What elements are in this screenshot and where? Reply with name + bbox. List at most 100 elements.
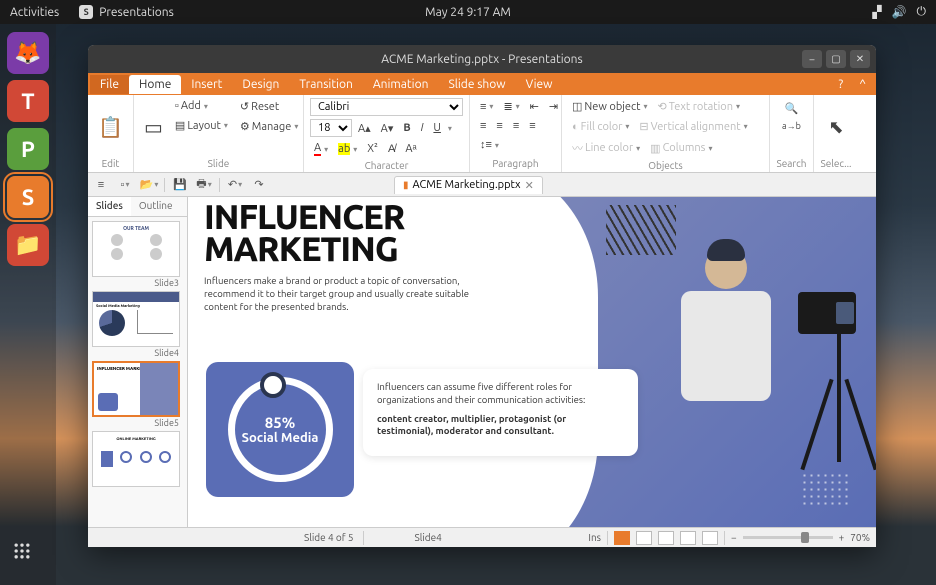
outline-tab[interactable]: Outline bbox=[131, 197, 181, 216]
close-tab-icon[interactable]: ✕ bbox=[525, 179, 534, 192]
files-icon[interactable]: 📁 bbox=[7, 224, 49, 266]
thumb-slide5[interactable]: INFLUENCER MARKETING Slide5 bbox=[92, 361, 183, 429]
new-object-button[interactable]: ◫ New object▾ bbox=[568, 98, 651, 115]
highlight-button[interactable]: ab▾ bbox=[334, 141, 361, 157]
network-icon[interactable]: ▞ bbox=[872, 5, 881, 19]
clock[interactable]: May 24 9:17 AM bbox=[425, 6, 511, 19]
save-icon[interactable]: 💾 bbox=[171, 176, 189, 194]
help-button[interactable]: ? bbox=[831, 78, 852, 91]
insert-mode[interactable]: Ins bbox=[588, 532, 601, 543]
character-more-button[interactable]: Aᵃ bbox=[401, 141, 420, 157]
window-titlebar[interactable]: ACME Marketing.pptx - Presentations – ▢ … bbox=[88, 45, 876, 73]
slide-title[interactable]: INFLUENCER MARKETING bbox=[204, 201, 404, 266]
tab-animation[interactable]: Animation bbox=[363, 75, 439, 94]
columns-button[interactable]: ▥ Columns▾ bbox=[646, 140, 716, 157]
zoom-in-icon[interactable]: + bbox=[839, 532, 845, 543]
line-color-button[interactable]: 〰 Line color▾ bbox=[568, 138, 644, 158]
ribbon-collapse-icon[interactable]: ^ bbox=[851, 78, 874, 91]
line-spacing-button[interactable]: ↕≡▾ bbox=[476, 137, 503, 153]
italic-button[interactable]: I bbox=[417, 120, 428, 136]
vertical-align-button[interactable]: ⊟ Vertical alignment▾ bbox=[635, 118, 751, 135]
slide-body-text[interactable]: Influencers make a brand or product a to… bbox=[204, 275, 474, 313]
indent-dec-button[interactable]: ⇤ bbox=[526, 98, 543, 115]
slides-tab[interactable]: Slides bbox=[88, 197, 131, 216]
underline-button[interactable]: U bbox=[429, 120, 445, 136]
search-icon[interactable]: 🔍 bbox=[781, 100, 803, 117]
bold-button[interactable]: B bbox=[399, 120, 414, 136]
minimize-button[interactable]: – bbox=[802, 50, 822, 68]
maximize-button[interactable]: ▢ bbox=[826, 50, 846, 68]
print-icon[interactable]: 🖶▾ bbox=[195, 176, 213, 194]
align-justify-button[interactable]: ≡ bbox=[525, 118, 539, 134]
fill-color-button[interactable]: ◐ Fill color▾ bbox=[568, 119, 633, 135]
tab-design[interactable]: Design bbox=[232, 75, 289, 94]
font-size-select[interactable]: 18 bbox=[310, 119, 352, 137]
new-slide-button[interactable]: ▭ bbox=[140, 113, 167, 141]
document-tab[interactable]: ▮ ACME Marketing.pptx ✕ bbox=[394, 176, 543, 194]
indent-inc-button[interactable]: ⇥ bbox=[545, 98, 562, 115]
activities-button[interactable]: Activities bbox=[10, 6, 59, 19]
superscript-button[interactable]: X² bbox=[363, 141, 382, 157]
new-doc-icon[interactable]: ▫▾ bbox=[116, 176, 134, 194]
topbar-app[interactable]: S Presentations bbox=[79, 5, 174, 19]
power-icon[interactable]: ⏻ bbox=[917, 5, 927, 19]
stat-percent: 85% bbox=[265, 414, 295, 431]
paste-button[interactable]: 📋 bbox=[94, 113, 127, 141]
zoom-out-icon[interactable]: − bbox=[731, 532, 737, 543]
open-icon[interactable]: 📂▾ bbox=[140, 176, 158, 194]
group-slide-label: Slide bbox=[140, 156, 297, 169]
view-slideshow-icon[interactable] bbox=[702, 531, 718, 545]
font-color-button[interactable]: A▾ bbox=[310, 140, 332, 158]
tab-file[interactable]: File bbox=[90, 75, 129, 94]
zoom-value[interactable]: 70% bbox=[850, 532, 870, 543]
firefox-icon[interactable]: 🦊 bbox=[7, 32, 49, 74]
thumbnail-list: OUR TEAM Slide3 Social Media Marketing S… bbox=[88, 217, 187, 527]
select-pointer-icon[interactable]: ⬉ bbox=[824, 115, 847, 140]
tab-view[interactable]: View bbox=[516, 75, 563, 94]
align-right-button[interactable]: ≡ bbox=[509, 118, 523, 134]
stat-label: Social Media bbox=[242, 431, 319, 445]
reset-button[interactable]: ↺ Reset bbox=[236, 98, 302, 115]
zoom-slider[interactable] bbox=[743, 536, 833, 539]
replace-icon[interactable]: a→b bbox=[778, 119, 805, 133]
tab-insert[interactable]: Insert bbox=[181, 75, 232, 94]
show-apps-icon[interactable] bbox=[12, 541, 44, 573]
view-notes-icon[interactable] bbox=[680, 531, 696, 545]
numbering-button[interactable]: ≣▾ bbox=[499, 98, 523, 115]
info-card[interactable]: Influencers can assume five different ro… bbox=[363, 369, 638, 456]
slide-name: Slide4 bbox=[414, 532, 441, 543]
add-slide-button[interactable]: ▫ Add▾ bbox=[171, 98, 232, 114]
tab-home[interactable]: Home bbox=[129, 75, 181, 94]
tab-slideshow[interactable]: Slide show bbox=[438, 75, 515, 94]
presentations-icon[interactable]: S bbox=[7, 176, 49, 218]
text-rotation-button[interactable]: ⟲ Text rotation▾ bbox=[653, 98, 744, 115]
stat-card[interactable]: 85% Social Media bbox=[206, 362, 354, 497]
slide-canvas[interactable]: INFLUENCER MARKETING Influencers make a … bbox=[188, 197, 876, 527]
status-bar: Slide 4 of 5 Slide4 Ins − + 70% bbox=[88, 527, 876, 547]
view-normal-icon[interactable] bbox=[614, 531, 630, 545]
align-left-button[interactable]: ≡ bbox=[476, 118, 490, 134]
planmaker-icon[interactable]: P bbox=[7, 128, 49, 170]
redo-icon[interactable]: ↷ bbox=[250, 176, 268, 194]
close-button[interactable]: ✕ bbox=[850, 50, 870, 68]
clear-format-button[interactable]: A̸ bbox=[384, 141, 399, 157]
thumb-slide4[interactable]: Social Media Marketing Slide4 bbox=[92, 291, 183, 359]
thumb-slide6[interactable]: ONLINE MARKETING bbox=[92, 431, 183, 489]
thumb-slide3[interactable]: OUR TEAM Slide3 bbox=[92, 221, 183, 289]
bullets-button[interactable]: ≡▾ bbox=[476, 99, 497, 115]
font-select[interactable]: Calibri bbox=[310, 98, 463, 116]
app-window: ACME Marketing.pptx - Presentations – ▢ … bbox=[88, 45, 876, 547]
layout-button[interactable]: ▤ Layout▾ bbox=[171, 117, 232, 134]
volume-icon[interactable]: 🔊 bbox=[892, 5, 907, 19]
increase-font-icon[interactable]: A▴ bbox=[354, 120, 375, 137]
menu-icon[interactable]: ≡ bbox=[92, 176, 110, 194]
view-sorter-icon[interactable] bbox=[636, 531, 652, 545]
undo-icon[interactable]: ↶▾ bbox=[226, 176, 244, 194]
view-outline-icon[interactable] bbox=[658, 531, 674, 545]
tab-transition[interactable]: Transition bbox=[289, 75, 362, 94]
manage-button[interactable]: ⚙ Manage▾ bbox=[236, 118, 302, 135]
align-center-button[interactable]: ≡ bbox=[492, 118, 506, 134]
decrease-font-icon[interactable]: A▾ bbox=[377, 120, 398, 137]
textmaker-icon[interactable]: T bbox=[7, 80, 49, 122]
ribbon: 📋 Edit ▭ ▫ Add▾ ▤ Layout▾ ↺ Reset ⚙ Mana… bbox=[88, 95, 876, 173]
